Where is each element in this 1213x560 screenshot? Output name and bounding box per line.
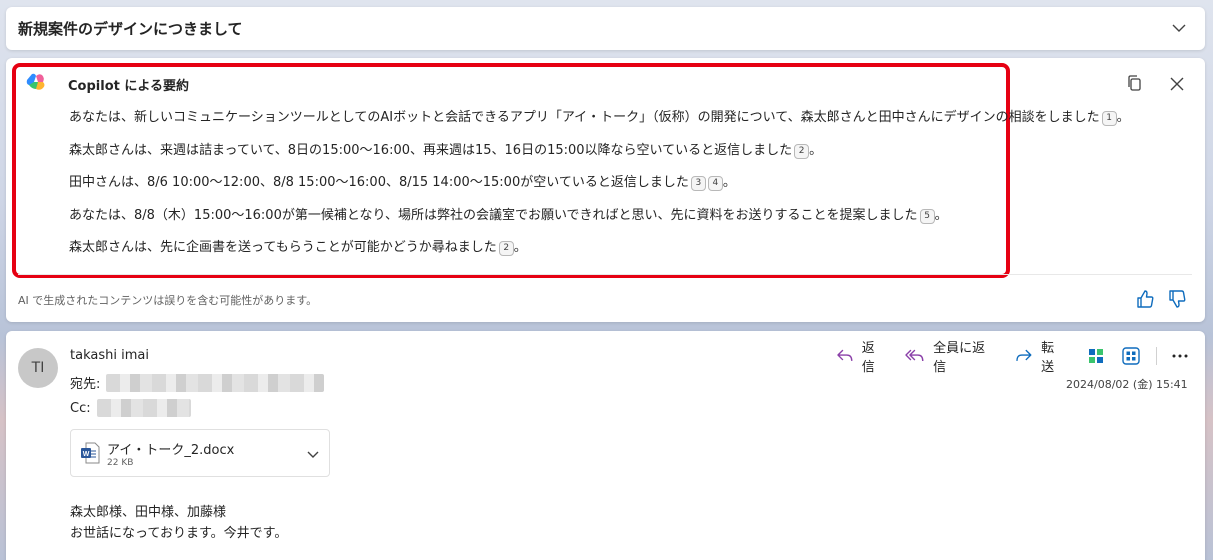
reply-icon [837,349,853,361]
sender-name[interactable]: takashi imai [70,348,149,363]
loop-app-icon[interactable] [1085,345,1107,367]
avatar[interactable]: TI [18,348,58,388]
subject-bar: 新規案件のデザインにつきまして [6,7,1205,50]
chevron-down-icon[interactable] [1167,17,1191,41]
summary-text: あなたは、新しいコミュニケーションツールとしてのAIボットと会話できるアプリ「ア… [69,110,1100,125]
cc-label: Cc: [70,400,91,416]
summary-line: あなたは、8/8（木）15:00〜16:00が第一候補となり、場所は弊社の会議室… [69,207,999,240]
chevron-down-icon[interactable] [303,444,323,464]
redacted-cc [96,399,191,417]
ai-disclaimer: AI で生成されたコンテンツは誤りを含む可能性があります。 [18,294,318,307]
reply-all-icon [905,349,924,361]
reply-all-button[interactable]: 全員に返信 [905,337,997,375]
copilot-summary: あなたは、新しいコミュニケーションツールとしてのAIボットと会話できるアプリ「ア… [69,109,1130,272]
citation-badge[interactable]: 1 [1101,111,1117,126]
attachment-name: アイ・トーク_2.docx [107,443,235,458]
to-label: 宛先: [70,377,101,392]
more-options-icon[interactable] [1169,345,1191,367]
summary-text: 田中さんは、8/6 10:00〜12:00、8/8 15:00〜16:00、8/… [69,175,689,190]
forward-label: 転送 [1041,341,1055,375]
summary-end: 。 [722,175,736,190]
message-date: 2024/08/02 (金) 15:41 [1066,378,1188,391]
summary-end: 。 [934,207,948,223]
citation-badge[interactable]: 4 [707,176,723,191]
citation-badge[interactable]: 3 [690,176,706,191]
summary-end: 。 [513,240,527,255]
close-icon[interactable] [1166,73,1188,95]
citation-badge[interactable]: 5 [919,208,935,224]
reply-button[interactable]: 返信 [836,337,887,375]
forward-button[interactable]: 転送 [1015,337,1066,375]
attachment-card[interactable]: W アイ・トーク_2.docx 22 KB [70,429,330,477]
thumbs-up-icon[interactable] [1134,288,1156,310]
body-line: お世話になっております。今井です。 [70,526,288,541]
message-actions: 返信 全員に返信 転送 [836,341,1205,375]
summary-end: 。 [809,142,823,158]
divider [18,274,1192,275]
email-subject: 新規案件のデザインにつきまして [18,20,243,38]
cc-row: Cc: [70,399,191,417]
copilot-title: Copilot による要約 [68,79,189,94]
apps-grid-icon[interactable] [1121,345,1143,367]
word-file-icon: W [81,442,100,464]
email-body: 森太郎様、田中様、加藤様 お世話になっております。今井です。 [70,502,287,544]
thumbs-down-icon[interactable] [1166,288,1188,310]
redacted-recipients [106,373,325,392]
reply-label: 返信 [861,341,875,375]
summary-line: あなたは、新しいコミュニケーションツールとしてのAIボットと会話できるアプリ「ア… [69,109,1130,142]
forward-icon [1016,349,1032,361]
copilot-summary-card: Copilot による要約 あなたは、新しいコミュニケーションツールとしてのAI… [6,58,1205,322]
body-line: 森太郎様、田中様、加藤様 [70,505,227,520]
summary-text: 森太郎さんは、来週は詰まっていて、8日の15:00〜16:00、再来週は15、1… [69,142,793,158]
summary-line: 田中さんは、8/6 10:00〜12:00、8/8 15:00〜16:00、8/… [69,174,999,207]
citation-badge[interactable]: 2 [794,143,810,159]
summary-line: 森太郎さんは、先に企画書を送ってもらうことが可能かどうか尋ねました 2。 [69,239,999,272]
summary-text: あなたは、8/8（木）15:00〜16:00が第一候補となり、場所は弊社の会議室… [69,207,918,223]
email-card: TI takashi imai 宛先: Cc: 返信 全員に返信 転送 2024… [6,331,1205,560]
svg-text:W: W [83,451,90,458]
divider [1156,347,1158,365]
citation-badge[interactable]: 2 [498,241,514,256]
summary-text: 森太郎さんは、先に企画書を送ってもらうことが可能かどうか尋ねました [69,240,497,255]
copy-icon[interactable] [1124,73,1146,95]
reply-all-label: 全員に返信 [933,341,986,375]
attachment-size: 22 KB [107,458,134,468]
summary-line: 森太郎さんは、来週は詰まっていて、8日の15:00〜16:00、再来週は15、1… [69,142,999,175]
summary-end: 。 [1116,110,1130,125]
copilot-logo-icon [26,73,45,90]
to-row: 宛先: [70,373,325,392]
